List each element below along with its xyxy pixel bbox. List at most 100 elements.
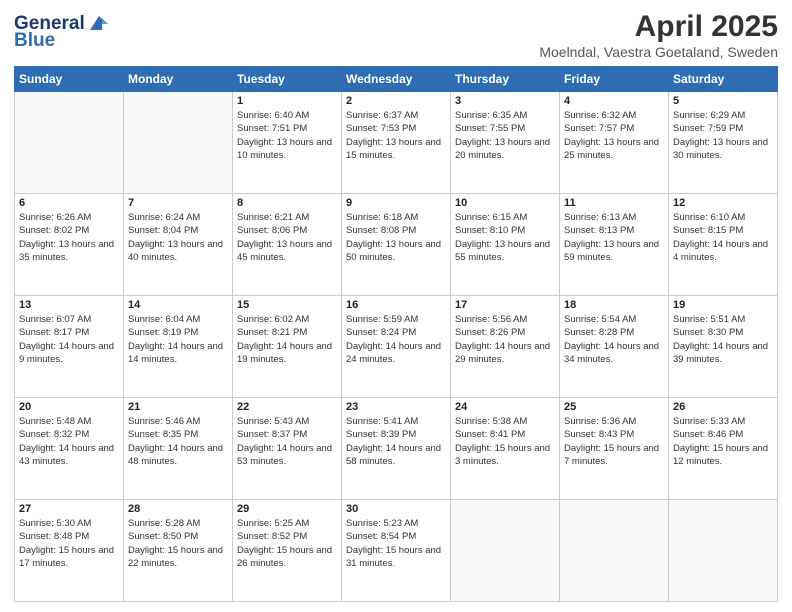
- day-number: 2: [346, 95, 446, 107]
- day-number: 27: [19, 503, 119, 515]
- day-detail: Sunrise: 6:18 AMSunset: 8:08 PMDaylight:…: [346, 211, 446, 264]
- calendar-cell: 10Sunrise: 6:15 AMSunset: 8:10 PMDayligh…: [451, 194, 560, 296]
- day-detail: Sunrise: 6:21 AMSunset: 8:06 PMDaylight:…: [237, 211, 337, 264]
- day-number: 29: [237, 503, 337, 515]
- day-detail: Sunrise: 6:40 AMSunset: 7:51 PMDaylight:…: [237, 109, 337, 162]
- calendar-cell: 2 Sunrise: 6:37 AMSunset: 7:53 PMDaylight…: [342, 92, 451, 194]
- calendar-cell: 18 Sunrise: 5:54 AMSunset: 8:28 PMDayligh…: [560, 296, 669, 398]
- day-number: 11: [564, 197, 664, 209]
- calendar-cell: 20 Sunrise: 5:48 AMSunset: 8:32 PMDayligh…: [15, 398, 124, 500]
- day-of-week-header: Sunday: [15, 67, 124, 92]
- day-number: 19: [673, 299, 773, 311]
- day-number: 26: [673, 401, 773, 413]
- main-title: April 2025: [539, 10, 778, 44]
- day-of-week-header: Saturday: [669, 67, 778, 92]
- calendar-cell: 23 Sunrise: 5:41 AMSunset: 8:39 PMDayligh…: [342, 398, 451, 500]
- day-number: 13: [19, 299, 119, 311]
- day-number: 7: [128, 197, 228, 209]
- day-detail: Sunrise: 6:32 AMSunset: 7:57 PMDaylight:…: [564, 109, 664, 162]
- day-detail: Sunrise: 5:59 AMSunset: 8:24 PMDaylight:…: [346, 313, 446, 366]
- day-detail: Sunrise: 5:23 AMSunset: 8:54 PMDaylight:…: [346, 517, 446, 570]
- calendar-cell: 25 Sunrise: 5:36 AMSunset: 8:43 PMDayligh…: [560, 398, 669, 500]
- day-number: 15: [237, 299, 337, 311]
- calendar-cell: 9 Sunrise: 6:18 AMSunset: 8:08 PMDaylight…: [342, 194, 451, 296]
- calendar-week-row: 6Sunrise: 6:26 AMSunset: 8:02 PMDaylight…: [15, 194, 778, 296]
- day-detail: Sunrise: 5:38 AMSunset: 8:41 PMDaylight:…: [455, 415, 555, 468]
- calendar-cell: 15 Sunrise: 6:02 AMSunset: 8:21 PMDayligh…: [233, 296, 342, 398]
- calendar-cell: 26 Sunrise: 5:33 AMSunset: 8:46 PMDayligh…: [669, 398, 778, 500]
- calendar-cell: 8 Sunrise: 6:21 AMSunset: 8:06 PMDaylight…: [233, 194, 342, 296]
- day-detail: Sunrise: 5:36 AMSunset: 8:43 PMDaylight:…: [564, 415, 664, 468]
- calendar-cell: 14 Sunrise: 6:04 AMSunset: 8:19 PMDayligh…: [124, 296, 233, 398]
- day-detail: Sunrise: 5:41 AMSunset: 8:39 PMDaylight:…: [346, 415, 446, 468]
- calendar-cell: 6Sunrise: 6:26 AMSunset: 8:02 PMDaylight…: [15, 194, 124, 296]
- day-detail: Sunrise: 6:15 AMSunset: 8:10 PMDaylight:…: [455, 211, 555, 264]
- day-detail: Sunrise: 5:51 AMSunset: 8:30 PMDaylight:…: [673, 313, 773, 366]
- calendar-cell: [669, 500, 778, 602]
- calendar-cell: 19 Sunrise: 5:51 AMSunset: 8:30 PMDayligh…: [669, 296, 778, 398]
- calendar-cell: [451, 500, 560, 602]
- page: General Blue April 2025 Moelndal, Vaestr…: [0, 0, 792, 612]
- day-of-week-header: Monday: [124, 67, 233, 92]
- day-detail: Sunrise: 6:10 AMSunset: 8:15 PMDaylight:…: [673, 211, 773, 264]
- day-number: 4: [564, 95, 664, 107]
- day-detail: Sunrise: 6:35 AMSunset: 7:55 PMDaylight:…: [455, 109, 555, 162]
- day-detail: Sunrise: 6:29 AMSunset: 7:59 PMDaylight:…: [673, 109, 773, 162]
- calendar: SundayMondayTuesdayWednesdayThursdayFrid…: [14, 66, 778, 602]
- day-detail: Sunrise: 6:02 AMSunset: 8:21 PMDaylight:…: [237, 313, 337, 366]
- day-detail: Sunrise: 5:43 AMSunset: 8:37 PMDaylight:…: [237, 415, 337, 468]
- day-number: 23: [346, 401, 446, 413]
- calendar-cell: 12 Sunrise: 6:10 AMSunset: 8:15 PMDayligh…: [669, 194, 778, 296]
- calendar-week-row: 1 Sunrise: 6:40 AMSunset: 7:51 PMDaylight…: [15, 92, 778, 194]
- day-of-week-header: Thursday: [451, 67, 560, 92]
- header: General Blue April 2025 Moelndal, Vaestr…: [14, 10, 778, 60]
- logo-icon: [88, 14, 110, 32]
- calendar-cell: 21Sunrise: 5:46 AMSunset: 8:35 PMDayligh…: [124, 398, 233, 500]
- day-detail: Sunrise: 5:25 AMSunset: 8:52 PMDaylight:…: [237, 517, 337, 570]
- calendar-cell: 4 Sunrise: 6:32 AMSunset: 7:57 PMDaylight…: [560, 92, 669, 194]
- day-number: 9: [346, 197, 446, 209]
- day-number: 1: [237, 95, 337, 107]
- calendar-header-row: SundayMondayTuesdayWednesdayThursdayFrid…: [15, 67, 778, 92]
- day-number: 16: [346, 299, 446, 311]
- calendar-cell: [560, 500, 669, 602]
- day-detail: Sunrise: 5:33 AMSunset: 8:46 PMDaylight:…: [673, 415, 773, 468]
- calendar-cell: 1 Sunrise: 6:40 AMSunset: 7:51 PMDaylight…: [233, 92, 342, 194]
- day-detail: Sunrise: 5:48 AMSunset: 8:32 PMDaylight:…: [19, 415, 119, 468]
- calendar-cell: [15, 92, 124, 194]
- calendar-cell: 27Sunrise: 5:30 AMSunset: 8:48 PMDayligh…: [15, 500, 124, 602]
- calendar-week-row: 13 Sunrise: 6:07 AMSunset: 8:17 PMDayligh…: [15, 296, 778, 398]
- day-detail: Sunrise: 6:24 AMSunset: 8:04 PMDaylight:…: [128, 211, 228, 264]
- day-detail: Sunrise: 6:04 AMSunset: 8:19 PMDaylight:…: [128, 313, 228, 366]
- day-detail: Sunrise: 6:07 AMSunset: 8:17 PMDaylight:…: [19, 313, 119, 366]
- calendar-cell: 17 Sunrise: 5:56 AMSunset: 8:26 PMDayligh…: [451, 296, 560, 398]
- day-of-week-header: Tuesday: [233, 67, 342, 92]
- day-detail: Sunrise: 6:37 AMSunset: 7:53 PMDaylight:…: [346, 109, 446, 162]
- calendar-cell: 5 Sunrise: 6:29 AMSunset: 7:59 PMDaylight…: [669, 92, 778, 194]
- day-detail: Sunrise: 6:13 AMSunset: 8:13 PMDaylight:…: [564, 211, 664, 264]
- day-number: 14: [128, 299, 228, 311]
- day-number: 18: [564, 299, 664, 311]
- day-detail: Sunrise: 5:54 AMSunset: 8:28 PMDaylight:…: [564, 313, 664, 366]
- day-number: 20: [19, 401, 119, 413]
- calendar-week-row: 27Sunrise: 5:30 AMSunset: 8:48 PMDayligh…: [15, 500, 778, 602]
- day-number: 17: [455, 299, 555, 311]
- calendar-week-row: 20 Sunrise: 5:48 AMSunset: 8:32 PMDayligh…: [15, 398, 778, 500]
- day-number: 5: [673, 95, 773, 107]
- day-number: 25: [564, 401, 664, 413]
- logo-text-blue: Blue: [14, 31, 55, 52]
- calendar-cell: 7 Sunrise: 6:24 AMSunset: 8:04 PMDaylight…: [124, 194, 233, 296]
- subtitle: Moelndal, Vaestra Goetaland, Sweden: [539, 44, 778, 60]
- day-detail: Sunrise: 5:56 AMSunset: 8:26 PMDaylight:…: [455, 313, 555, 366]
- day-number: 12: [673, 197, 773, 209]
- day-number: 3: [455, 95, 555, 107]
- calendar-cell: 3 Sunrise: 6:35 AMSunset: 7:55 PMDaylight…: [451, 92, 560, 194]
- calendar-cell: 22Sunrise: 5:43 AMSunset: 8:37 PMDayligh…: [233, 398, 342, 500]
- calendar-cell: [124, 92, 233, 194]
- day-number: 8: [237, 197, 337, 209]
- day-number: 28: [128, 503, 228, 515]
- day-detail: Sunrise: 5:46 AMSunset: 8:35 PMDaylight:…: [128, 415, 228, 468]
- calendar-cell: 28Sunrise: 5:28 AMSunset: 8:50 PMDayligh…: [124, 500, 233, 602]
- calendar-cell: 30Sunrise: 5:23 AMSunset: 8:54 PMDayligh…: [342, 500, 451, 602]
- calendar-cell: 13 Sunrise: 6:07 AMSunset: 8:17 PMDayligh…: [15, 296, 124, 398]
